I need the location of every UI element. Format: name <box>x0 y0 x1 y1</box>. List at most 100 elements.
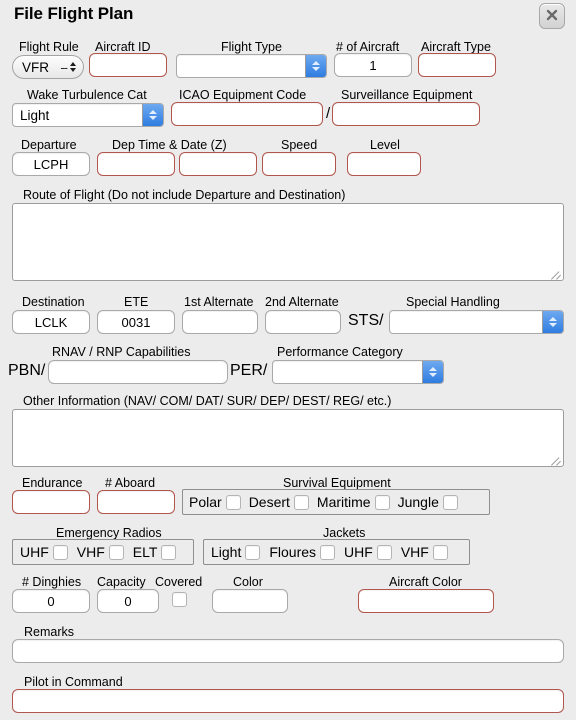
close-button[interactable] <box>539 3 565 29</box>
capacity-label: Capacity <box>97 575 146 589</box>
jacket-item-floures[interactable]: Floures <box>269 540 336 564</box>
num-aircraft-input[interactable] <box>334 53 412 77</box>
survival-item-jungle[interactable]: Jungle <box>398 490 458 514</box>
performance-label: Performance Category <box>277 345 403 359</box>
flight-type-label: Flight Type <box>221 40 282 54</box>
pilot-in-command-input[interactable] <box>12 689 564 713</box>
rnav-label: RNAV / RNP Capabilities <box>52 345 191 359</box>
num-aircraft-label: # of Aircraft <box>336 40 400 54</box>
dep-time-input[interactable] <box>97 152 175 176</box>
chevron-updown-icon <box>542 311 563 333</box>
departure-input[interactable] <box>12 152 90 176</box>
radio-elt-checkbox[interactable] <box>161 544 177 560</box>
aircraft-color-input[interactable] <box>358 589 494 613</box>
speed-label: Speed <box>281 138 318 152</box>
remarks-input[interactable] <box>12 639 564 663</box>
close-icon <box>546 9 558 21</box>
route-of-flight-label: Route of Flight (Do not include Departur… <box>23 188 346 202</box>
wake-turbulence-label: Wake Turbulence Cat <box>27 88 147 102</box>
page-title: File Flight Plan <box>14 4 134 23</box>
flight-type-select[interactable] <box>176 54 327 78</box>
special-handling-label: Special Handling <box>406 295 500 309</box>
radio-item-elt[interactable]: ELT <box>133 540 177 564</box>
survival-jungle-label: Jungle <box>397 494 439 510</box>
jacket-vhf-checkbox[interactable] <box>432 544 448 560</box>
jacket-item-uhf[interactable]: UHF <box>344 540 392 564</box>
radio-uhf-checkbox[interactable] <box>52 544 68 560</box>
chevron-updown-icon <box>422 361 443 383</box>
alternate-2-label: 2nd Alternate <box>265 295 339 309</box>
jacket-item-light[interactable]: Light <box>211 540 261 564</box>
jacket-light-label: Light <box>211 544 242 560</box>
speed-input[interactable] <box>262 152 336 176</box>
survival-item-desert[interactable]: Desert <box>249 490 309 514</box>
survival-jungle-checkbox[interactable] <box>442 494 458 510</box>
radio-vhf-label: VHF <box>76 544 105 560</box>
emergency-radios-group: UHF VHF ELT <box>12 539 194 565</box>
jacket-uhf-checkbox[interactable] <box>376 544 392 560</box>
ete-input[interactable] <box>97 310 175 334</box>
chevron-updown-icon <box>305 55 326 77</box>
survival-desert-checkbox[interactable] <box>293 494 309 510</box>
performance-select[interactable] <box>272 360 444 384</box>
radio-item-vhf[interactable]: VHF <box>77 540 124 564</box>
special-handling-select[interactable] <box>389 310 564 334</box>
ete-label: ETE <box>124 295 149 309</box>
surveillance-label: Surveillance Equipment <box>341 88 473 102</box>
radio-elt-label: ELT <box>132 544 158 560</box>
aircraft-type-input[interactable] <box>418 53 496 77</box>
radio-item-uhf[interactable]: UHF <box>20 540 68 564</box>
aircraft-id-input[interactable] <box>89 53 167 77</box>
num-dinghies-label: # Dinghies <box>22 575 82 589</box>
icao-equipment-input[interactable] <box>171 102 323 126</box>
aircraft-color-label: Aircraft Color <box>389 575 462 589</box>
alternate-2-input[interactable] <box>265 310 341 334</box>
endurance-input[interactable] <box>12 490 90 514</box>
num-dinghies-input[interactable] <box>12 589 90 613</box>
destination-input[interactable] <box>12 310 90 334</box>
survival-maritime-checkbox[interactable] <box>374 494 390 510</box>
wake-turbulence-value: Light <box>20 107 50 123</box>
survival-maritime-label: Maritime <box>316 494 371 510</box>
survival-polar-label: Polar <box>189 494 222 510</box>
radio-vhf-checkbox[interactable] <box>108 544 124 560</box>
level-input[interactable] <box>347 152 421 176</box>
pilot-in-command-label: Pilot in Command <box>24 675 123 689</box>
other-information-label: Other Information (NAV/ COM/ DAT/ SUR/ D… <box>23 394 392 408</box>
departure-label: Departure <box>21 138 77 152</box>
capacity-input[interactable] <box>97 589 159 613</box>
jacket-floures-checkbox[interactable] <box>320 544 336 560</box>
window-titlebar: File Flight Plan <box>0 0 576 32</box>
jackets-group: Light Floures UHF VHF <box>203 539 470 565</box>
survival-item-maritime[interactable]: Maritime <box>317 490 390 514</box>
jacket-item-vhf[interactable]: VHF <box>401 540 448 564</box>
survival-equipment-group: Polar Desert Maritime Jungle <box>182 489 490 515</box>
aircraft-id-label: Aircraft ID <box>95 40 151 54</box>
flight-rule-stepper[interactable]: VFR -- <box>12 55 84 79</box>
dep-time-date-label: Dep Time & Date (Z) <box>112 138 227 152</box>
flight-rule-label: Flight Rule <box>19 40 79 54</box>
flight-rule-value: VFR <box>22 59 49 75</box>
chevron-updown-icon <box>142 104 163 126</box>
covered-checkbox[interactable] <box>172 592 187 607</box>
rnav-input[interactable] <box>48 360 228 384</box>
dinghy-color-label: Color <box>233 575 263 589</box>
aircraft-type-label: Aircraft Type <box>421 40 491 54</box>
per-prefix: PER/ <box>230 362 268 379</box>
dep-date-input[interactable] <box>179 152 257 176</box>
survival-item-polar[interactable]: Polar <box>189 490 241 514</box>
survival-polar-checkbox[interactable] <box>225 494 241 510</box>
dinghy-color-input[interactable] <box>212 589 288 613</box>
num-aboard-input[interactable] <box>97 490 175 514</box>
wake-turbulence-select[interactable]: Light <box>12 103 164 127</box>
jacket-light-checkbox[interactable] <box>245 544 261 560</box>
other-information-textarea[interactable] <box>12 409 564 467</box>
survival-equipment-label: Survival Equipment <box>283 476 391 490</box>
surveillance-input[interactable] <box>332 102 480 126</box>
jackets-label: Jackets <box>323 526 366 540</box>
route-of-flight-textarea[interactable] <box>12 203 564 281</box>
alternate-1-input[interactable] <box>182 310 258 334</box>
endurance-label: Endurance <box>22 476 83 490</box>
sts-prefix: STS/ <box>348 312 384 329</box>
radio-uhf-label: UHF <box>20 544 49 560</box>
